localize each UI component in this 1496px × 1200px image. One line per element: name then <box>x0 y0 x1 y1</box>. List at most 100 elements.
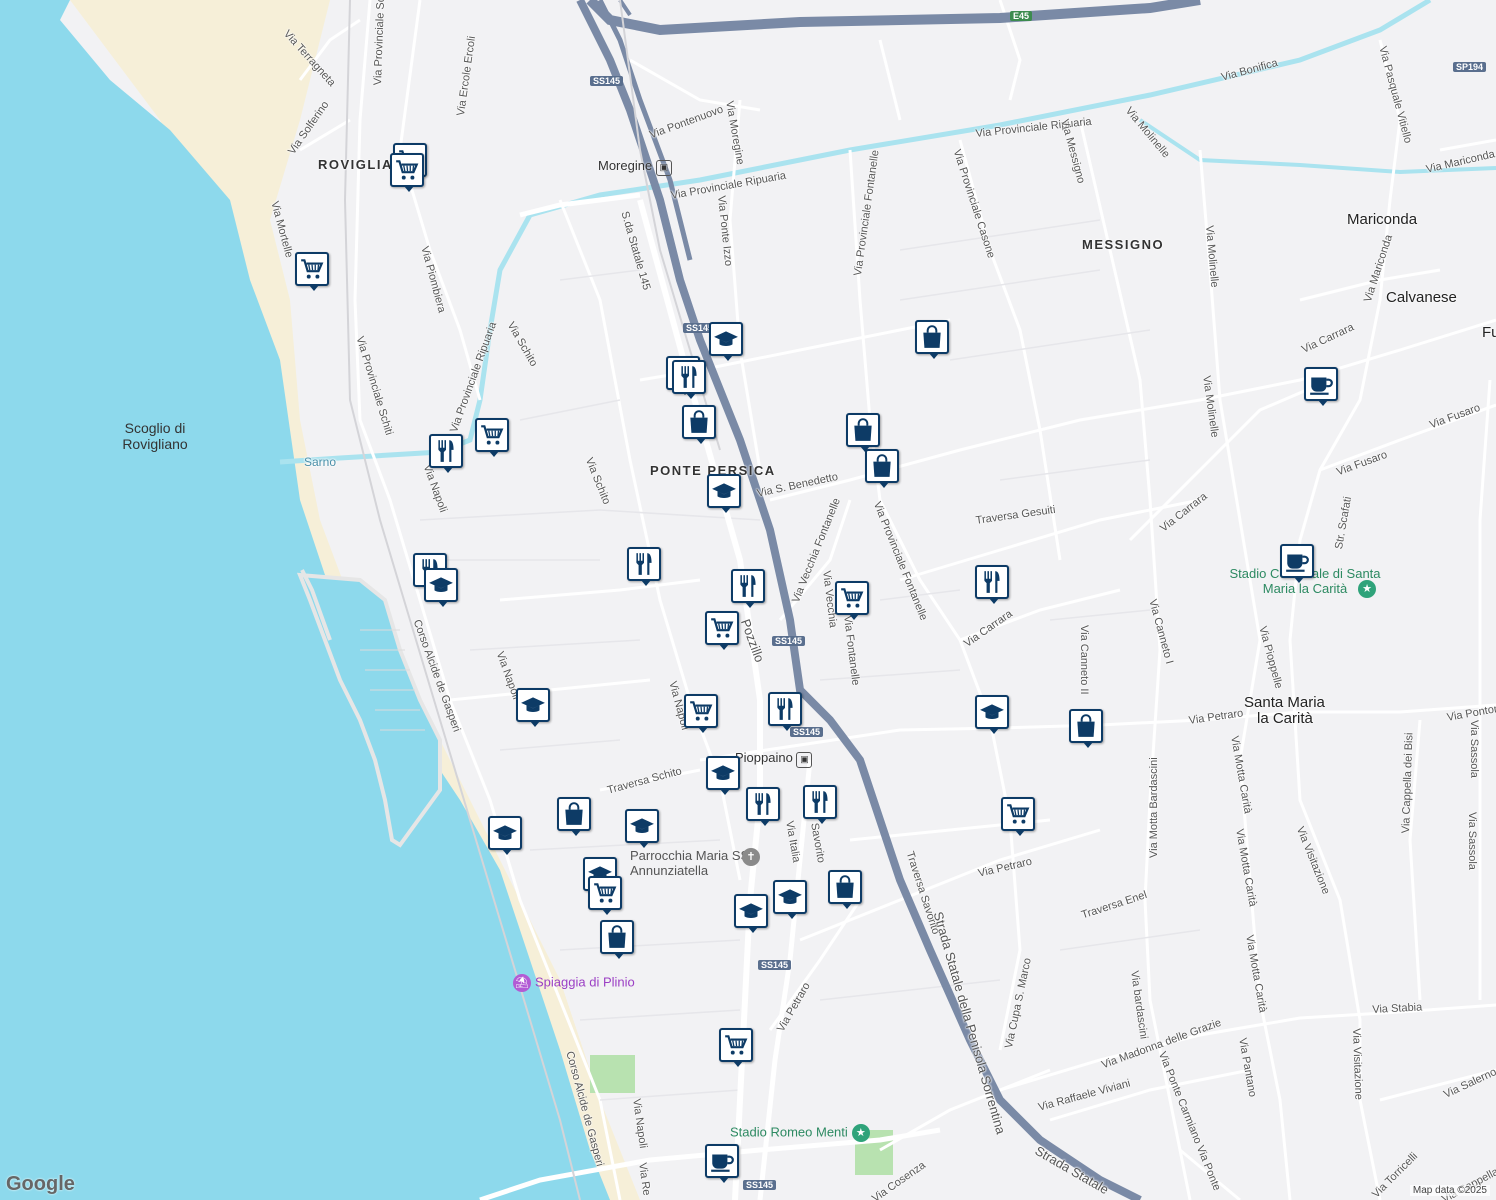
town-label: Fu <box>1482 324 1496 341</box>
restaurant-icon <box>631 551 657 577</box>
school-icon <box>777 884 803 910</box>
map-marker-cafe[interactable] <box>705 1144 739 1183</box>
map-marker-shopping[interactable] <box>600 920 634 959</box>
map-marker-school[interactable] <box>625 809 659 848</box>
map-marker-cart[interactable] <box>835 581 869 620</box>
shopping-bag-icon <box>561 801 587 827</box>
map-marker-cart[interactable] <box>588 876 622 915</box>
shopping-bag-icon <box>832 874 858 900</box>
poi-beach[interactable]: ⛱ Spiaggia di Plinio <box>513 974 635 992</box>
school-icon <box>713 326 739 352</box>
map-marker-restaurant[interactable] <box>803 785 837 824</box>
train-icon: ▣ <box>796 752 813 768</box>
map-marker-cart[interactable] <box>684 694 718 733</box>
road-shield: SP194 <box>1453 62 1487 72</box>
map-marker-cart[interactable] <box>705 611 739 650</box>
map-marker-shopping[interactable] <box>557 797 591 836</box>
map-marker-school[interactable] <box>706 756 740 795</box>
poi-church[interactable]: Parrocchia Maria SS. Annunziatella ✝ <box>630 848 760 878</box>
map-marker-shopping[interactable] <box>846 413 880 452</box>
map-canvas[interactable]: Via Terragneta Via Provinciale Schiti Vi… <box>0 0 1496 1200</box>
church-icon: ✝ <box>742 848 760 866</box>
map-marker-school[interactable] <box>709 322 743 361</box>
map-marker-restaurant[interactable] <box>731 569 765 608</box>
road-shield: SS145 <box>758 960 792 970</box>
road-label: Via Sassola <box>1466 812 1478 870</box>
road-label: Via Sassola <box>1468 720 1480 778</box>
sea-label: Scoglio di Rovigliano <box>122 420 188 452</box>
map-copyright[interactable]: Map data ©2025 <box>1409 1185 1490 1196</box>
poi-label: Stadio Romeo Menti <box>730 1124 848 1140</box>
map-marker-school[interactable] <box>516 688 550 727</box>
school-icon <box>711 478 737 504</box>
train-icon: ▣ <box>655 160 672 176</box>
map-marker-restaurant[interactable] <box>627 547 661 586</box>
map-marker-school[interactable] <box>707 474 741 513</box>
shopping-bag-icon <box>850 417 876 443</box>
school-icon <box>520 692 546 718</box>
town-label: Calvanese <box>1386 289 1457 306</box>
map-marker-school[interactable] <box>734 894 768 933</box>
shopping-bag-icon <box>686 409 712 435</box>
map-marker-restaurant[interactable] <box>429 434 463 473</box>
station-name: Moregine <box>598 158 653 173</box>
school-icon <box>428 572 454 598</box>
map-marker-cart[interactable] <box>719 1028 753 1067</box>
school-icon <box>710 760 736 786</box>
shopping-cart-icon <box>839 585 865 611</box>
map-marker-restaurant[interactable] <box>768 692 802 731</box>
map-marker-school[interactable] <box>424 568 458 607</box>
road-shield: E45 <box>1010 11 1033 21</box>
shopping-cart-icon <box>394 157 420 183</box>
town-label: Mariconda <box>1347 211 1418 228</box>
restaurant-icon <box>433 438 459 464</box>
coffee-cup-icon <box>709 1148 735 1174</box>
shopping-bag-icon <box>919 324 945 350</box>
google-logo: Google <box>6 1173 75 1195</box>
restaurant-icon <box>772 696 798 722</box>
map-marker-cafe[interactable] <box>1280 544 1314 583</box>
map-marker-shopping[interactable] <box>865 449 899 488</box>
poi-label: Spiaggia di Plinio <box>535 974 635 990</box>
road-label: Via Visitazione <box>1350 1028 1365 1101</box>
shopping-cart-icon <box>592 880 618 906</box>
restaurant-icon <box>750 791 776 817</box>
road-label: Via Motta Bardascini <box>1148 757 1160 858</box>
train-station-label[interactable]: Pioppaino ▣ <box>735 750 813 768</box>
stadium-icon: ★ <box>1358 580 1376 598</box>
map-marker-school[interactable] <box>975 695 1009 734</box>
map-marker-shopping[interactable] <box>1069 709 1103 748</box>
town-label: la Carità <box>1257 710 1313 727</box>
map-marker-shopping[interactable] <box>828 870 862 909</box>
shopping-cart-icon <box>299 256 325 282</box>
coffee-cup-icon <box>1308 371 1334 397</box>
school-icon <box>492 820 518 846</box>
map-marker-shopping[interactable] <box>682 405 716 444</box>
map-marker-cart[interactable] <box>1001 797 1035 836</box>
beach-icon: ⛱ <box>513 974 531 992</box>
map-marker-cart[interactable] <box>295 252 329 291</box>
road-label: Via Canneto II <box>1078 625 1090 695</box>
river-label: Sarno <box>304 455 337 469</box>
map-marker-shopping[interactable] <box>915 320 949 359</box>
map-marker-cart[interactable] <box>390 153 424 192</box>
school-icon <box>629 813 655 839</box>
school-icon <box>979 699 1005 725</box>
map-marker-restaurant[interactable] <box>975 565 1009 604</box>
map-marker-cafe[interactable] <box>1304 367 1338 406</box>
map-marker-cart[interactable] <box>475 418 509 457</box>
restaurant-icon <box>979 569 1005 595</box>
map-marker-school[interactable] <box>488 816 522 855</box>
shopping-cart-icon <box>479 422 505 448</box>
poi-stadium[interactable]: Stadio Romeo Menti ★ <box>730 1124 874 1142</box>
shopping-bag-icon <box>869 453 895 479</box>
shopping-cart-icon <box>1005 801 1031 827</box>
map-marker-restaurant[interactable] <box>746 787 780 826</box>
train-station-label[interactable]: Moregine ▣ <box>598 158 672 176</box>
map-marker-school[interactable] <box>773 880 807 919</box>
shopping-cart-icon <box>723 1032 749 1058</box>
road-shield: SS145 <box>772 636 806 646</box>
road-shield: SS145 <box>790 727 824 737</box>
shopping-cart-icon <box>688 698 714 724</box>
map-marker-restaurant[interactable] <box>672 360 706 399</box>
